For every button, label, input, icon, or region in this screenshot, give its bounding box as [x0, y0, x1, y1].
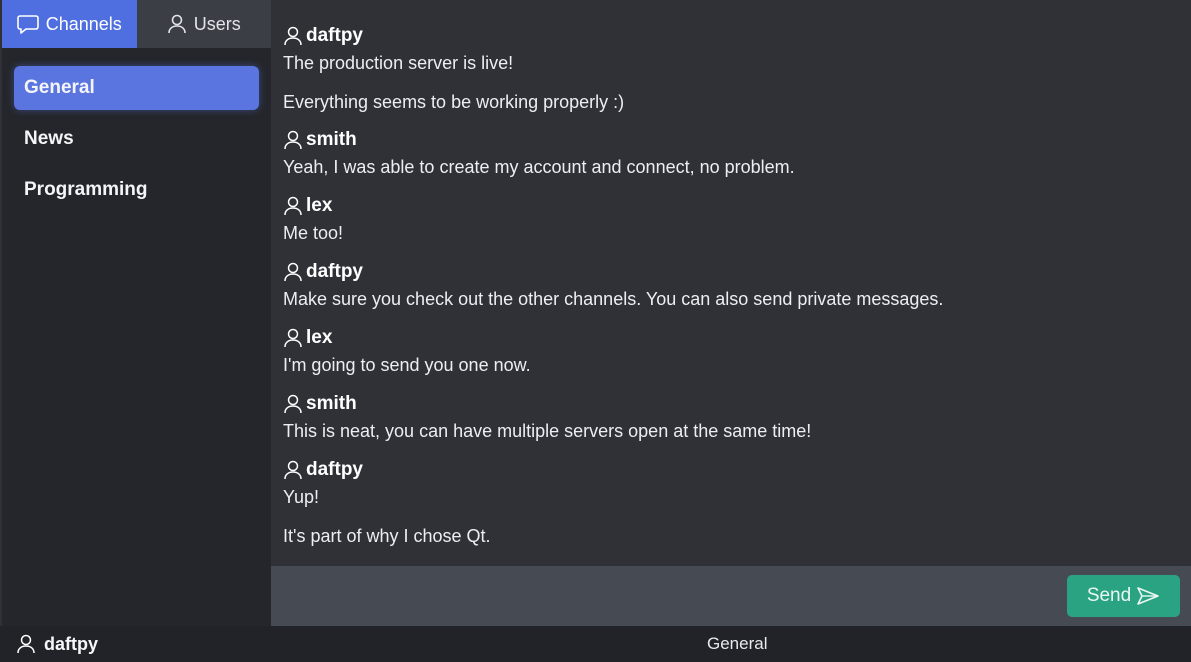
user-icon [283, 130, 303, 150]
user-icon [16, 634, 36, 654]
user-icon [283, 262, 303, 282]
message-text: It's part of why I chose Qt. [283, 526, 491, 546]
message-text: Yeah, I was able to create my account an… [283, 157, 795, 177]
channel-item-general[interactable]: General [14, 66, 259, 110]
message-author: smith [283, 392, 1191, 416]
channel-item-programming[interactable]: Programming [14, 168, 259, 212]
user-icon [283, 328, 303, 348]
channel-item-news[interactable]: News [14, 117, 259, 161]
message-author: daftpy [283, 24, 1191, 48]
message-group: daftpy Make sure you check out the other… [283, 246, 1191, 312]
message-group: lex I'm going to send you one now. [283, 312, 1191, 378]
message-author-name: daftpy [306, 261, 363, 282]
user-icon [283, 196, 303, 216]
status-username: daftpy [44, 633, 98, 654]
message-text: Everything seems to be working properly … [283, 92, 625, 112]
message-group: daftpy The production server is live! Ev… [283, 0, 1191, 115]
tab-channels-label: Channels [45, 13, 122, 34]
sidebar-tabs: Channels Users [2, 0, 271, 48]
message-author: lex [283, 194, 1191, 218]
message-author: lex [283, 326, 1191, 350]
message-list: daftpy The production server is live! Ev… [271, 0, 1191, 566]
message-author-name: daftpy [306, 25, 363, 46]
message-author-name: daftpy [306, 459, 363, 480]
message-text: Me too! [283, 223, 344, 243]
message-text: The production server is live! [283, 53, 514, 73]
message-author: daftpy [283, 260, 1191, 284]
send-button[interactable]: Send [1067, 575, 1180, 617]
user-icon [283, 26, 303, 46]
message-group: smith Yeah, I was able to create my acco… [283, 115, 1191, 180]
user-icon [283, 394, 303, 414]
message-author-name: smith [306, 393, 357, 414]
status-current-channel: General [707, 634, 768, 653]
message-group: smith This is neat, you can have multipl… [283, 378, 1191, 444]
message-input[interactable] [271, 566, 1191, 626]
tab-users[interactable]: Users [136, 0, 271, 48]
channel-list: General News Programming [2, 48, 271, 212]
message-text: I'm going to send you one now. [283, 355, 531, 375]
message-author-name: lex [306, 195, 333, 216]
message-text: This is neat, you can have multiple serv… [283, 421, 812, 441]
user-icon [167, 14, 187, 34]
message-text: Yup! [283, 487, 320, 507]
status-user: daftpy [0, 634, 98, 655]
message-group: daftpy Yup! It's part of why I chose Qt. [283, 444, 1191, 549]
send-button-label: Send [1086, 585, 1132, 606]
message-text: Make sure you check out the other channe… [283, 289, 944, 309]
message-author: smith [283, 128, 1191, 152]
user-icon [283, 460, 303, 480]
send-arrow-icon [1136, 586, 1160, 606]
message-author-name: smith [306, 129, 357, 150]
chat-bubble-icon [16, 14, 39, 34]
message-author: daftpy [283, 458, 1191, 482]
tab-users-label: Users [193, 13, 241, 34]
message-group: lex Me too! [283, 180, 1191, 246]
tab-channels[interactable]: Channels [2, 0, 137, 48]
sidebar: Channels Users General News Programming [2, 0, 271, 626]
status-bar: daftpy General [0, 626, 1191, 662]
message-author-name: lex [306, 327, 333, 348]
chat-app: Channels Users General News Programming … [0, 0, 1191, 662]
